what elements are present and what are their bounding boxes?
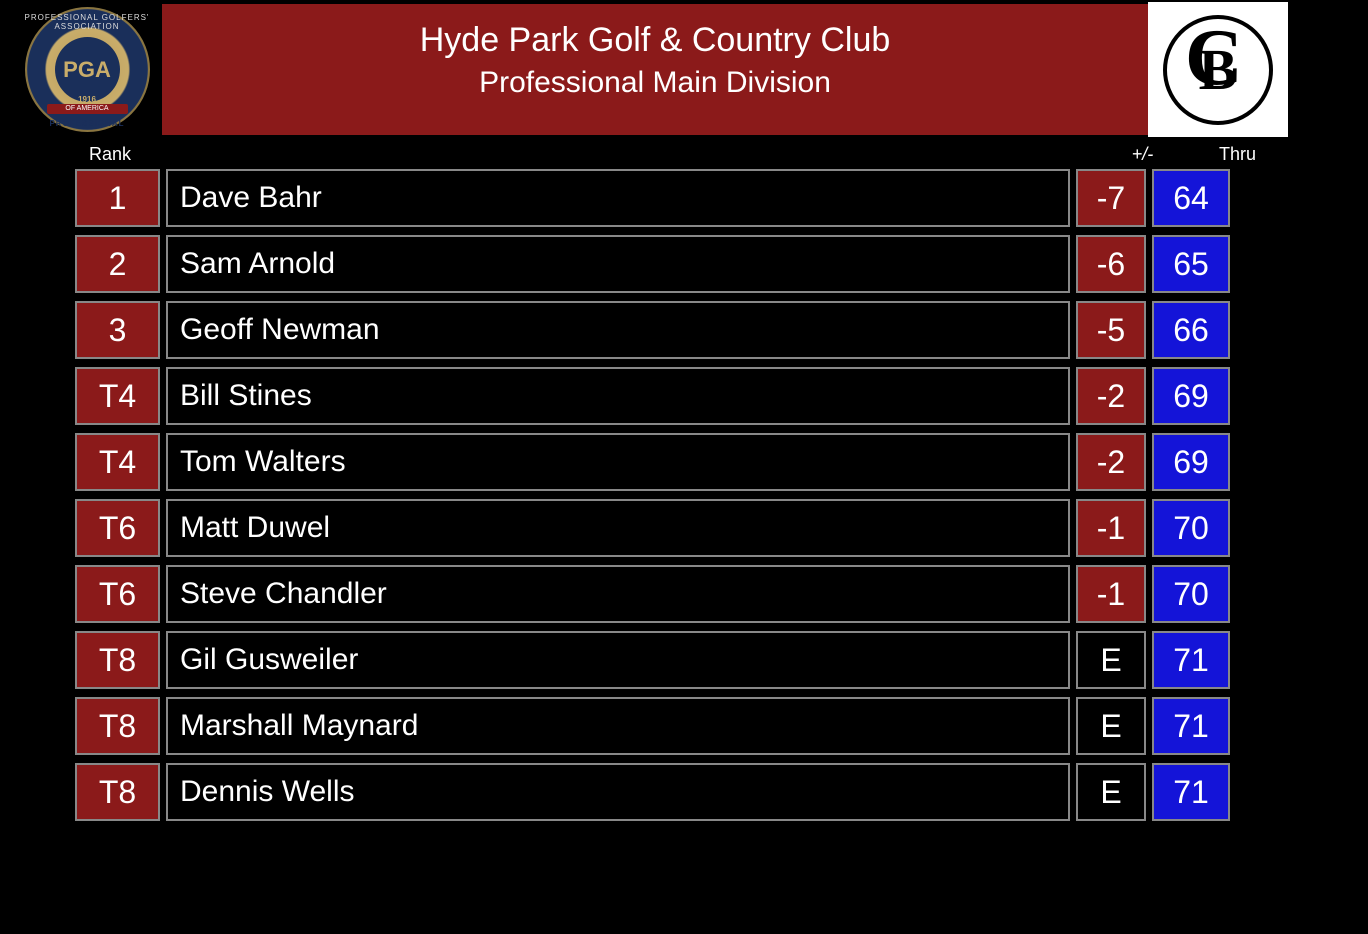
player-name-cell: Steve Chandler <box>166 565 1070 623</box>
thru-cell: 71 <box>1152 631 1230 689</box>
player-name-cell: Geoff Newman <box>166 301 1070 359</box>
thru-cell: 64 <box>1152 169 1230 227</box>
thru-cell: 69 <box>1152 433 1230 491</box>
thru-cell: 70 <box>1152 499 1230 557</box>
table-row: T4Tom Walters-269 <box>75 433 1230 491</box>
thru-cell: 69 <box>1152 367 1230 425</box>
leaderboard: PROFESSIONAL GOLFERS' ASSOCIATION PGA 19… <box>10 2 1290 821</box>
plusminus-cell: -1 <box>1076 565 1146 623</box>
player-name-cell: Gil Gusweiler <box>166 631 1070 689</box>
header-titles: Hyde Park Golf & Country Club Profession… <box>162 21 1148 118</box>
rank-cell: 2 <box>75 235 160 293</box>
plusminus-cell: -6 <box>1076 235 1146 293</box>
plusminus-cell: E <box>1076 631 1146 689</box>
player-name-cell: Dennis Wells <box>166 763 1070 821</box>
table-row: T6Matt Duwel-170 <box>75 499 1230 557</box>
table-row: 2Sam Arnold-665 <box>75 235 1230 293</box>
col-header-plusminus: +/- <box>1100 144 1185 165</box>
pga-logo-container: PROFESSIONAL GOLFERS' ASSOCIATION PGA 19… <box>12 2 162 137</box>
rank-cell: T4 <box>75 433 160 491</box>
event-subtitle: Professional Main Division <box>162 66 1148 100</box>
plusminus-cell: -2 <box>1076 433 1146 491</box>
club-logo-icon: C B <box>1163 15 1273 125</box>
player-name-cell: Marshall Maynard <box>166 697 1070 755</box>
col-header-rank: Rank <box>10 144 160 165</box>
column-headers: Rank +/- Thru <box>10 137 1290 169</box>
thru-cell: 71 <box>1152 763 1230 821</box>
table-row: T6Steve Chandler-170 <box>75 565 1230 623</box>
pga-year: 1916 <box>25 95 150 104</box>
player-name-cell: Tom Walters <box>166 433 1070 491</box>
thru-cell: 65 <box>1152 235 1230 293</box>
player-name-cell: Dave Bahr <box>166 169 1070 227</box>
player-name-cell: Bill Stines <box>166 367 1070 425</box>
rank-cell: 3 <box>75 301 160 359</box>
thru-cell: 66 <box>1152 301 1230 359</box>
plusminus-cell: E <box>1076 697 1146 755</box>
table-row: 1Dave Bahr-764 <box>75 169 1230 227</box>
plusminus-cell: -7 <box>1076 169 1146 227</box>
pga-ribbon: OF AMERICA <box>47 104 128 114</box>
plusminus-cell: -1 <box>1076 499 1146 557</box>
player-name-cell: Sam Arnold <box>166 235 1070 293</box>
thru-cell: 71 <box>1152 697 1230 755</box>
rank-cell: T8 <box>75 697 160 755</box>
plusminus-cell: -2 <box>1076 367 1146 425</box>
club-logo-container: C B <box>1148 2 1288 137</box>
header-banner: PROFESSIONAL GOLFERS' ASSOCIATION PGA 19… <box>10 2 1290 137</box>
rank-cell: T6 <box>75 499 160 557</box>
rank-cell: T8 <box>75 763 160 821</box>
rank-cell: 1 <box>75 169 160 227</box>
rank-cell: T4 <box>75 367 160 425</box>
thru-cell: 70 <box>1152 565 1230 623</box>
plusminus-cell: -5 <box>1076 301 1146 359</box>
table-row: 3Geoff Newman-566 <box>75 301 1230 359</box>
plusminus-cell: E <box>1076 763 1146 821</box>
table-row: T8Dennis WellsE71 <box>75 763 1230 821</box>
table-row: T4Bill Stines-269 <box>75 367 1230 425</box>
rank-cell: T6 <box>75 565 160 623</box>
rows-container: 1Dave Bahr-764 2Sam Arnold-665 3Geoff Newm… <box>10 169 1290 821</box>
col-header-thru: Thru <box>1185 144 1290 165</box>
pga-center-text: PGA <box>55 37 120 102</box>
event-title: Hyde Park Golf & Country Club <box>162 21 1148 60</box>
rank-cell: T8 <box>75 631 160 689</box>
player-name-cell: Matt Duwel <box>166 499 1070 557</box>
table-row: T8Gil GusweilerE71 <box>75 631 1230 689</box>
table-row: T8Marshall MaynardE71 <box>75 697 1230 755</box>
pga-bottom-text: PROFESSIONAL <box>25 119 150 128</box>
pga-logo-icon: PROFESSIONAL GOLFERS' ASSOCIATION PGA 19… <box>25 7 150 132</box>
pga-top-text: PROFESSIONAL GOLFERS' ASSOCIATION <box>25 13 150 31</box>
